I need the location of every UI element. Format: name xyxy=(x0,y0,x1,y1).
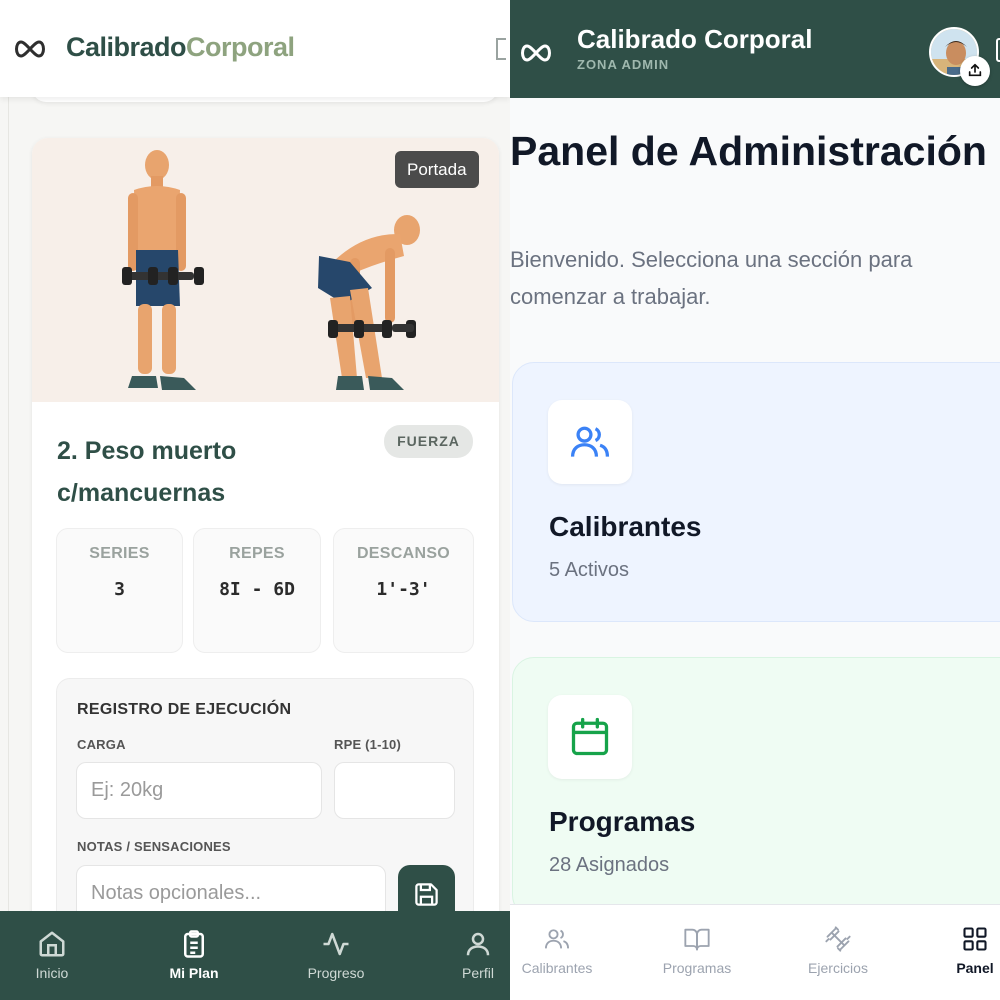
admin-bottom-nav: Calibrantes Programas Ejercicios Panel xyxy=(510,904,1000,1000)
nav-item-inicio[interactable]: Inicio xyxy=(18,911,86,1000)
save-icon xyxy=(415,883,438,906)
section-count: 28 Asignados xyxy=(549,854,670,876)
section-icon-box xyxy=(548,400,632,484)
stat-label: SERIES xyxy=(89,545,150,562)
grid-icon xyxy=(963,927,987,951)
nav-label: Perfil xyxy=(462,965,494,981)
book-icon xyxy=(684,928,710,951)
stat-rest: DESCANSO 1'-3' xyxy=(333,528,474,653)
calendar-icon xyxy=(571,717,609,756)
nav-label: Ejercicios xyxy=(808,960,868,976)
exercise-title: 2. Peso muerto c/mancuernas xyxy=(57,437,237,507)
page-description: Bienvenido. Selecciona una sección para … xyxy=(510,247,913,309)
divider xyxy=(8,97,9,917)
nav-item-ejercicios[interactable]: Ejercicios xyxy=(796,905,880,1000)
exercise-card: Portada 2. Peso muerto c/mancuernas FUER… xyxy=(32,138,499,938)
execution-log: REGISTRO DE EJECUCIÓN CARGA RPE (1-10) N… xyxy=(56,678,474,938)
nav-item-perfil[interactable]: Perfil xyxy=(452,911,504,1000)
stat-label: REPES xyxy=(229,545,285,562)
stat-series: SERIES 3 xyxy=(56,528,183,653)
admin-view: Calibrado Corporal ZONA ADMIN Panel de A… xyxy=(510,0,1000,1000)
infinity-logo-icon xyxy=(15,40,45,58)
nav-label: Inicio xyxy=(35,965,69,981)
users-icon xyxy=(544,929,570,949)
section-card-programas[interactable]: Programas 28 Asignados xyxy=(512,657,1000,917)
nav-item-progreso[interactable]: Progreso xyxy=(298,911,374,1000)
section-name: Calibrantes xyxy=(549,511,702,542)
logout-icon[interactable] xyxy=(494,36,510,62)
stat-value: 3 xyxy=(114,579,125,600)
notes-label: NOTAS / SENSACIONES xyxy=(77,839,231,854)
cover-badge: Portada xyxy=(395,151,479,188)
logout-icon[interactable] xyxy=(996,38,1000,62)
nav-item-panel[interactable]: Panel xyxy=(950,905,1000,1000)
exercise-illustration: Portada xyxy=(32,138,499,402)
section-name: Programas xyxy=(549,806,696,837)
brand-name: CalibradoCorporal xyxy=(66,32,295,62)
app-title: Calibrado Corporal xyxy=(577,24,813,54)
page-title: Panel de Administración xyxy=(510,128,987,174)
load-label: CARGA xyxy=(77,737,126,752)
home-icon xyxy=(39,931,65,957)
app-subtitle: ZONA ADMIN xyxy=(577,57,670,72)
stat-reps: REPES 8I - 6D xyxy=(193,528,321,653)
stat-value: 8I - 6D xyxy=(219,579,295,600)
app-header: CalibradoCorporal xyxy=(0,0,510,97)
category-tag: FUERZA xyxy=(384,425,473,458)
upload-icon xyxy=(968,63,982,77)
nav-label: Mi Plan xyxy=(169,965,219,981)
stat-label: DESCANSO xyxy=(356,545,451,562)
nav-label: Programas xyxy=(662,960,732,976)
nav-item-mi-plan[interactable]: Mi Plan xyxy=(158,911,230,1000)
user-icon xyxy=(466,932,490,956)
bottom-nav: Inicio Mi Plan Progreso Perfil xyxy=(0,911,510,1000)
infinity-logo-icon xyxy=(521,44,551,62)
athlete-view: CalibradoCorporal Portada 2. Peso muerto… xyxy=(0,0,510,1000)
nav-label: Calibrantes xyxy=(521,960,593,976)
nav-item-calibrantes[interactable]: Calibrantes xyxy=(514,905,600,1000)
log-title: REGISTRO DE EJECUCIÓN xyxy=(77,701,292,718)
section-icon-box xyxy=(548,695,632,779)
nav-label: Panel xyxy=(956,960,994,976)
activity-icon xyxy=(323,932,349,956)
nav-item-programas[interactable]: Programas xyxy=(654,905,740,1000)
load-input[interactable] xyxy=(76,762,322,819)
clipboard-icon xyxy=(184,930,204,958)
stat-value: 1'-3' xyxy=(376,579,431,600)
upload-photo-button[interactable] xyxy=(960,56,990,86)
section-count: 5 Activos xyxy=(549,559,630,581)
admin-header: Calibrado Corporal ZONA ADMIN xyxy=(510,0,1000,98)
section-card-calibrantes[interactable]: Calibrantes 5 Activos xyxy=(512,362,1000,622)
dumbbell-icon xyxy=(825,926,851,952)
users-icon xyxy=(570,426,610,457)
rpe-input[interactable] xyxy=(334,762,455,819)
rpe-label: RPE (1-10) xyxy=(334,737,402,752)
nav-label: Progreso xyxy=(307,965,365,981)
